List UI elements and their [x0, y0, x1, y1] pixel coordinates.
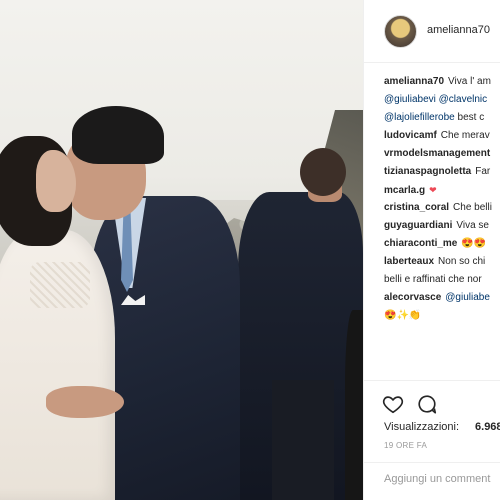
views-value: 6.968	[475, 421, 500, 433]
caption-mention[interactable]: @giuliabevi	[384, 94, 436, 105]
post-photo[interactable]	[0, 0, 363, 500]
list-item: chiaraconti_me 😍😍	[384, 235, 500, 253]
list-item: mcarla.g ❤	[384, 181, 500, 199]
heart-emoji: ❤	[429, 185, 437, 195]
list-item: guyaguardiani Viva se	[384, 217, 500, 235]
guest-legs	[272, 380, 334, 500]
post-timestamp: 19 ORE FA	[384, 441, 428, 450]
views-label: Visualizzazioni:	[384, 421, 460, 433]
post-actions: Visualizzazioni: 6.968 19 ORE FA	[364, 380, 500, 470]
avatar[interactable]	[384, 15, 417, 48]
comment-icon[interactable]	[416, 393, 438, 415]
author-username[interactable]: amelianna70	[427, 24, 490, 36]
comment-text: Che merav	[440, 130, 490, 141]
post-side-panel: amelianna70 amelianna70 Viva l' am @giuli…	[363, 0, 500, 500]
caption-mention[interactable]: @clavelnic	[439, 94, 488, 105]
comment-text: Non so chi	[438, 256, 486, 267]
comment-user[interactable]: mcarla.g	[384, 185, 425, 196]
groom-hand	[46, 386, 124, 418]
comment-input[interactable]	[384, 473, 500, 485]
comment-list: amelianna70 Viva l' am @giuliabevi @clave…	[384, 73, 500, 325]
comment-text: Viva se	[456, 220, 489, 231]
comment-mention[interactable]: @giuliabe	[445, 292, 490, 303]
comment-user[interactable]: vrmodelsmanagement	[384, 148, 490, 159]
comment-user[interactable]: ludovicamf	[384, 130, 437, 141]
comment-text: belli e raffinati che nor	[384, 274, 482, 285]
post-header: amelianna70	[364, 0, 500, 63]
bride-lace	[30, 262, 90, 308]
caption-mention[interactable]: @lajoliefillerobe	[384, 112, 455, 123]
comment-user[interactable]: tizianaspagnoletta	[384, 166, 471, 177]
caption-user[interactable]: amelianna70	[384, 76, 444, 87]
comment-text: Che belli	[453, 202, 492, 213]
comment-emoji: 😍✨👏	[384, 310, 422, 321]
comment-user[interactable]: laberteaux	[384, 256, 434, 267]
list-item: laberteaux Non so chi	[384, 253, 500, 271]
caption-text: Viva l' am	[448, 76, 491, 87]
comment-user[interactable]: chiaraconti_me	[384, 238, 457, 249]
guest-head	[300, 148, 346, 196]
partial-figure	[345, 310, 363, 500]
comment-user[interactable]: guyaguardiani	[384, 220, 452, 231]
list-item: ludovicamf Che merav	[384, 127, 500, 145]
view-count: Visualizzazioni: 6.968	[384, 421, 500, 433]
caption-line-3: @lajoliefillerobe best c	[384, 109, 500, 127]
heart-icon[interactable]	[382, 393, 404, 415]
groom-hair	[72, 106, 164, 164]
add-comment-bar	[364, 462, 500, 500]
list-item: alecorvasce @giuliabe	[384, 289, 500, 307]
caption-line-1: amelianna70 Viva l' am	[384, 73, 500, 91]
list-item: tizianaspagnoletta Far	[384, 163, 500, 181]
comment-user[interactable]: alecorvasce	[384, 292, 441, 303]
comment-text: Far	[475, 166, 491, 177]
list-item-continued: 😍✨👏	[384, 307, 500, 325]
list-item: vrmodelsmanagement	[384, 145, 500, 163]
caption-line-2: @giuliabevi @clavelnic	[384, 91, 500, 109]
caption-text: best c	[457, 112, 485, 123]
list-item-continued: belli e raffinati che nor	[384, 271, 500, 289]
comment-emoji: 😍😍	[461, 238, 487, 249]
comment-user[interactable]: cristina_coral	[384, 202, 449, 213]
list-item: cristina_coral Che belli	[384, 199, 500, 217]
